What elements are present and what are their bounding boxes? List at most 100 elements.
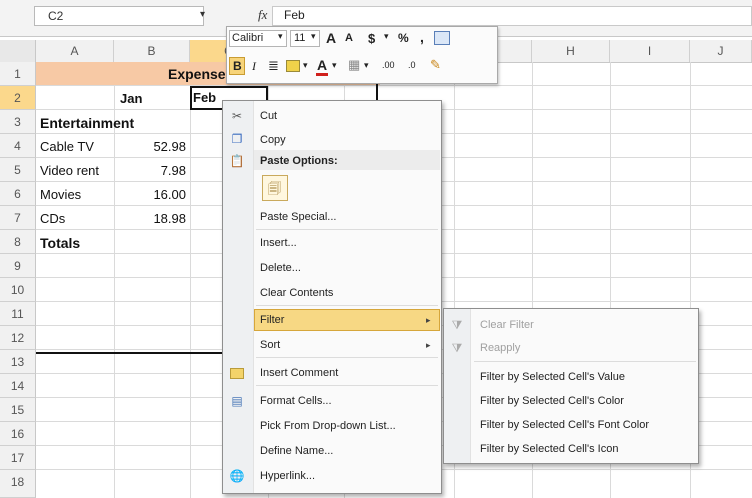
row-header-13[interactable]: 13	[0, 350, 36, 374]
shrink-font-icon[interactable]: A	[345, 32, 353, 44]
row-header-14[interactable]: 14	[0, 374, 36, 398]
item-label: Video rent	[40, 163, 100, 178]
row-header-6[interactable]: 6	[0, 182, 36, 206]
font-size: 11	[294, 32, 306, 44]
decrease-decimal-icon[interactable]: .0	[408, 60, 416, 70]
align-center-icon[interactable]: ≣	[268, 58, 279, 74]
submenu-item-filter-by-icon[interactable]: Filter by Selected Cell's Icon	[480, 443, 618, 455]
row-header-12[interactable]: 12	[0, 326, 36, 350]
item-label: Cable TV	[40, 139, 94, 154]
chevron-down-icon[interactable]: ▾	[332, 60, 337, 71]
hyperlink-icon: 🌐	[229, 469, 245, 483]
menu-item-pick-from-list[interactable]: Pick From Drop-down List...	[260, 420, 396, 432]
grow-font-icon[interactable]: A	[326, 30, 336, 46]
menu-item-filter[interactable]: Filter	[260, 314, 284, 326]
fill-color-icon[interactable]	[286, 60, 300, 72]
category-entertainment: Entertainment	[40, 115, 135, 131]
row-header-17[interactable]: 17	[0, 446, 36, 470]
menu-item-paste-special[interactable]: Paste Special...	[260, 211, 336, 223]
row-header-1[interactable]: 1	[0, 62, 36, 86]
reapply-icon: ⧩	[451, 341, 463, 355]
comma-style-icon[interactable]: ,	[420, 29, 424, 45]
fx-icon[interactable]: fx	[258, 7, 267, 23]
italic-icon[interactable]: I	[252, 59, 256, 74]
column-header-h[interactable]: H	[532, 40, 610, 62]
font-name: Calibri	[232, 32, 264, 44]
font-color-icon[interactable]: A	[317, 57, 327, 73]
menu-separator	[256, 229, 438, 230]
table-border	[36, 352, 222, 354]
chevron-down-icon[interactable]: ▾	[384, 31, 389, 42]
menu-item-delete[interactable]: Delete...	[260, 262, 301, 274]
cell-jan: Jan	[120, 91, 143, 106]
grid-line	[190, 62, 191, 498]
clear-filter-icon: ⧩	[451, 318, 463, 332]
chevron-down-icon[interactable]: ▾	[278, 31, 283, 42]
row-header-16[interactable]: 16	[0, 422, 36, 446]
chevron-down-icon[interactable]: ▾	[303, 60, 308, 71]
item-value: 7.98	[160, 163, 186, 178]
row-header-3[interactable]: 3	[0, 110, 36, 134]
name-box-value: C2	[48, 9, 64, 23]
totals-label: Totals	[40, 235, 81, 251]
format-painter-icon[interactable]: ✎	[430, 57, 441, 73]
column-header-i[interactable]: I	[610, 40, 690, 62]
select-all-corner[interactable]	[0, 40, 36, 62]
sheet-title: Expenses	[168, 66, 234, 82]
column-header-j[interactable]: J	[690, 40, 752, 62]
submenu-arrow-icon: ▸	[426, 340, 431, 350]
menu-item-define-name[interactable]: Define Name...	[260, 445, 333, 457]
scissors-icon: ✂	[231, 109, 243, 123]
chevron-down-icon[interactable]: ▾	[364, 60, 369, 71]
menu-item-copy[interactable]: Copy	[260, 134, 286, 146]
menu-separator	[256, 305, 438, 306]
percent-icon[interactable]: %	[398, 31, 409, 45]
merge-cells-icon[interactable]	[434, 31, 450, 45]
row-header-4[interactable]: 4	[0, 134, 36, 158]
menu-item-sort[interactable]: Sort	[260, 339, 280, 351]
cell-feb: Feb	[193, 90, 217, 105]
menu-separator	[256, 385, 438, 386]
column-header-a[interactable]: A	[36, 40, 114, 62]
increase-decimal-icon[interactable]: .00	[382, 60, 395, 70]
menu-item-insert[interactable]: Insert...	[260, 237, 297, 249]
filter-submenu	[443, 308, 699, 464]
paste-icon: 🗐	[268, 181, 281, 196]
font-color-swatch	[316, 73, 328, 76]
submenu-item-filter-by-font-color[interactable]: Filter by Selected Cell's Font Color	[480, 419, 649, 431]
submenu-item-filter-by-value[interactable]: Filter by Selected Cell's Value	[480, 371, 625, 383]
row-header-7[interactable]: 7	[0, 206, 36, 230]
menu-item-clear-contents[interactable]: Clear Contents	[260, 287, 333, 299]
menu-item-format-cells[interactable]: Format Cells...	[260, 395, 332, 407]
row-header-5[interactable]: 5	[0, 158, 36, 182]
currency-icon[interactable]: $	[368, 31, 375, 46]
chevron-down-icon[interactable]: ▾	[200, 9, 205, 20]
clipboard-icon: 📋	[229, 154, 245, 168]
row-header-10[interactable]: 10	[0, 278, 36, 302]
item-value: 16.00	[153, 187, 186, 202]
grid-line	[36, 85, 752, 86]
column-header-b[interactable]: B	[114, 40, 190, 62]
menu-item-hyperlink[interactable]: Hyperlink...	[260, 470, 315, 482]
row-header-9[interactable]: 9	[0, 254, 36, 278]
chevron-down-icon[interactable]: ▾	[311, 31, 316, 42]
borders-icon[interactable]: ▦	[348, 57, 360, 73]
submenu-item-filter-by-color[interactable]: Filter by Selected Cell's Color	[480, 395, 624, 407]
row-header-2[interactable]: 2	[0, 86, 36, 110]
menu-item-cut[interactable]: Cut	[260, 110, 277, 122]
submenu-gutter	[444, 309, 471, 463]
menu-item-insert-comment[interactable]: Insert Comment	[260, 367, 338, 379]
submenu-item-clear-filter[interactable]: Clear Filter	[480, 319, 534, 331]
copy-icon: ❐	[231, 132, 243, 146]
item-label: Movies	[40, 187, 82, 202]
row-header-8[interactable]: 8	[0, 230, 36, 254]
row-header-11[interactable]: 11	[0, 302, 36, 326]
paste-options-label: Paste Options:	[260, 155, 338, 167]
row-header-18[interactable]: 18	[0, 470, 36, 498]
menu-separator	[474, 361, 696, 362]
row-header-15[interactable]: 15	[0, 398, 36, 422]
submenu-item-reapply[interactable]: Reapply	[480, 342, 520, 354]
formula-input[interactable]	[272, 6, 752, 26]
item-value: 18.98	[153, 211, 186, 226]
bold-icon: B	[233, 59, 242, 73]
